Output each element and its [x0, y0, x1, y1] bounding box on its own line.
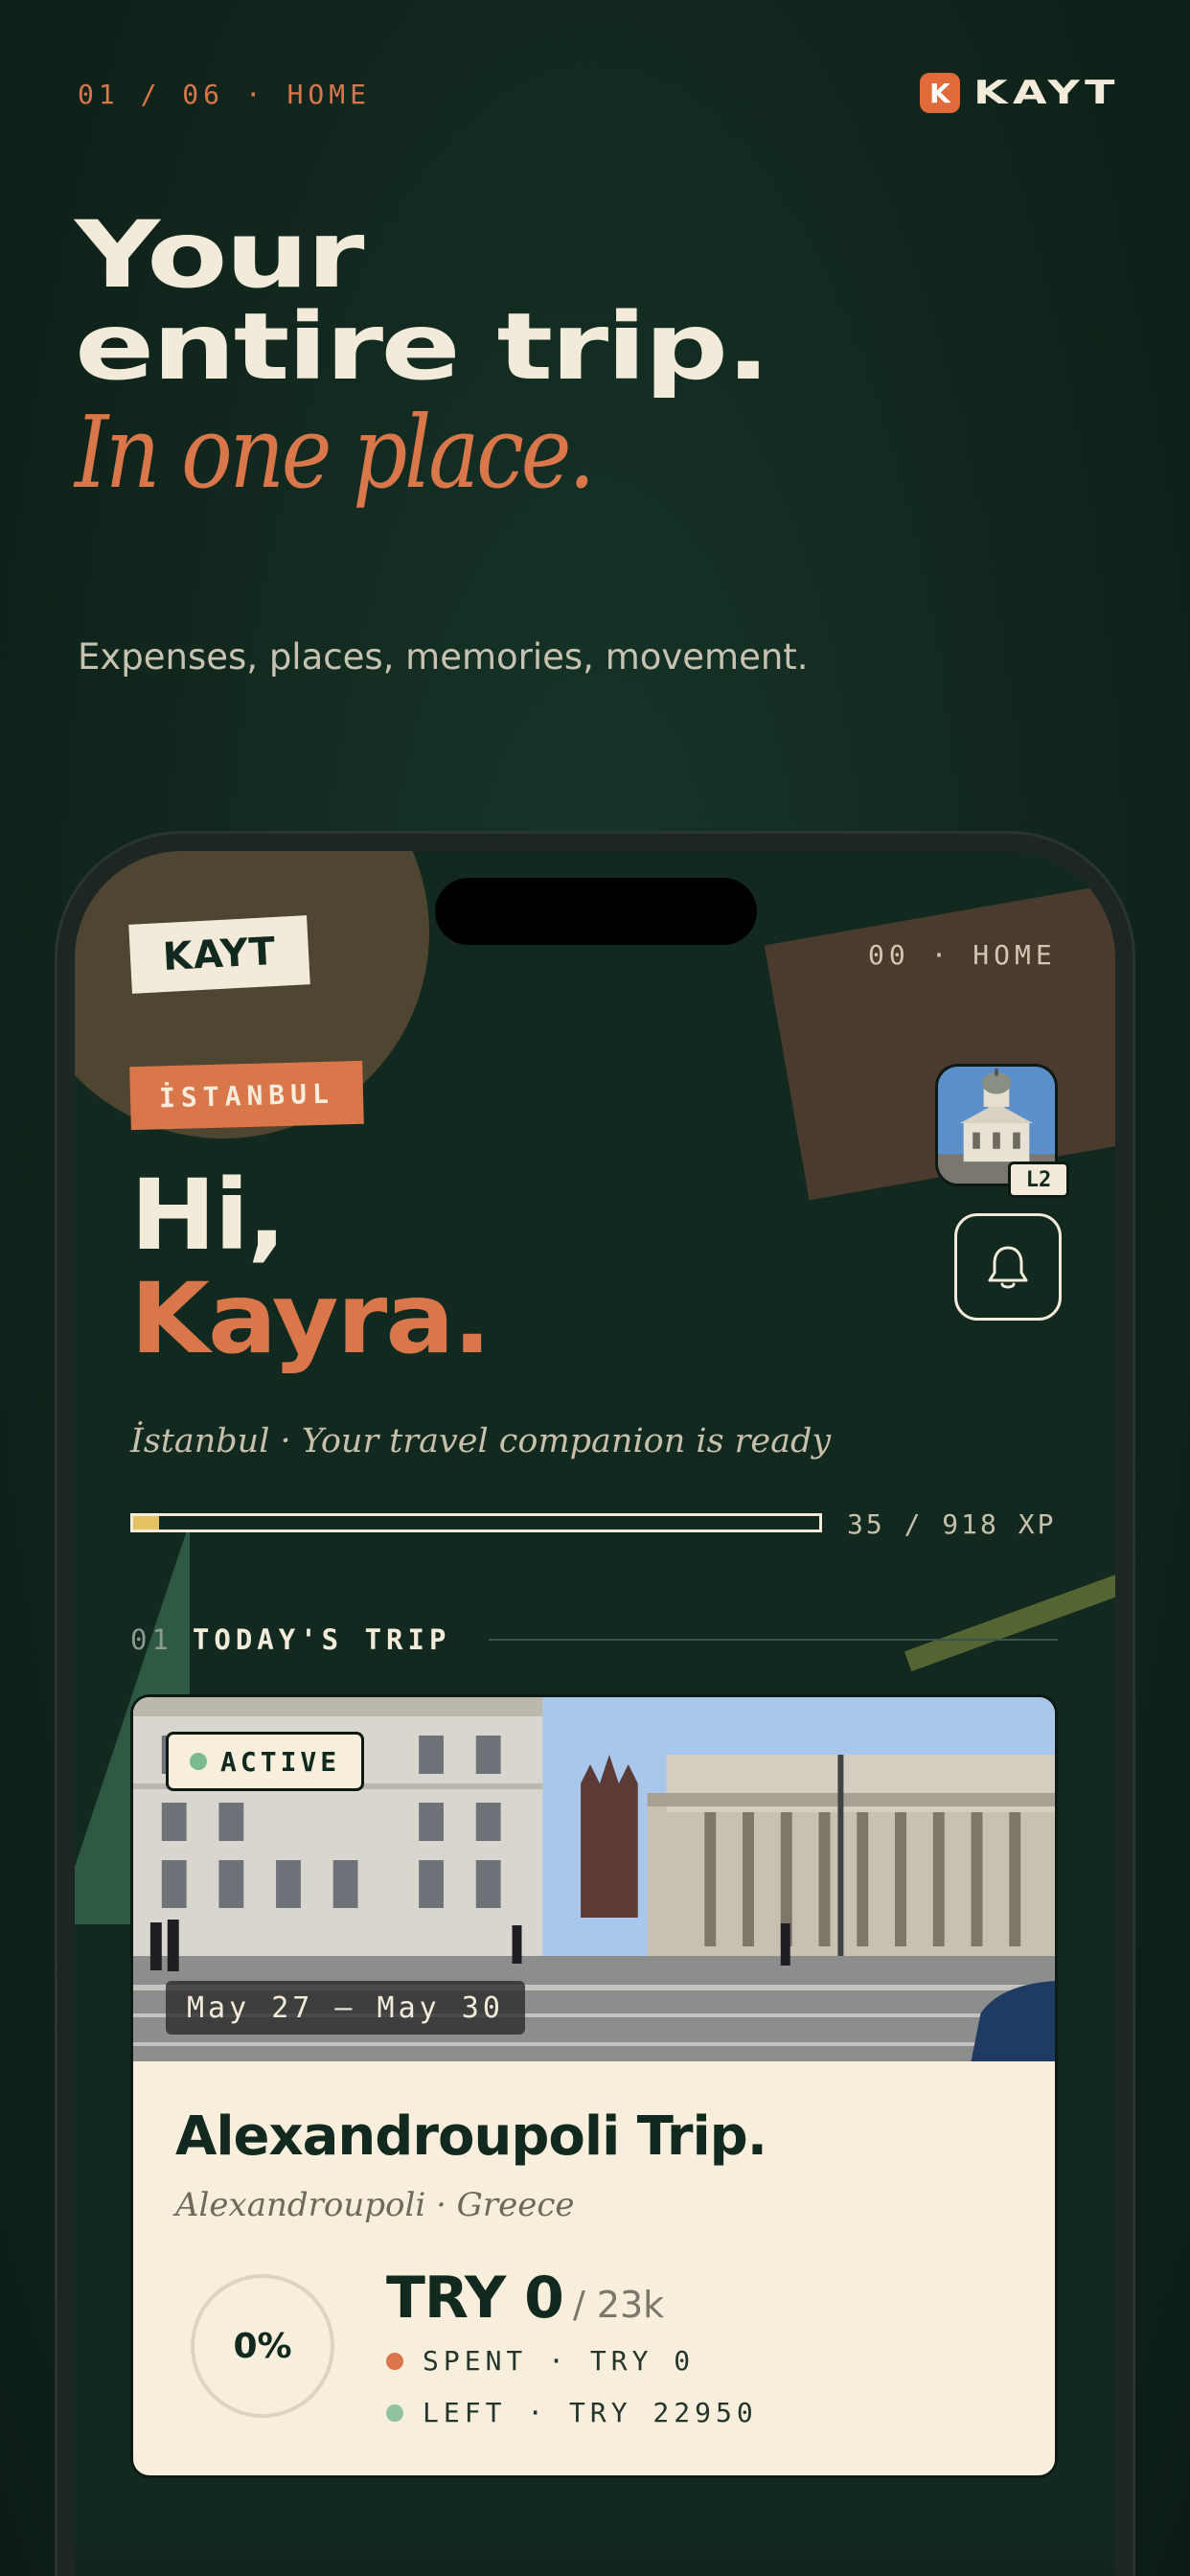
city-tag[interactable]: İSTANBUL	[129, 1060, 364, 1131]
spent-dot-icon	[386, 2352, 403, 2370]
bell-icon	[988, 1246, 1028, 1289]
left-dot-icon	[386, 2404, 403, 2422]
phone-frame: KAYT 00 · HOME İSTANBUL L2 Hi, Kayra. İs…	[57, 834, 1133, 2576]
greeting-subtitle: İstanbul · Your travel companion is read…	[130, 1422, 832, 1460]
trip-photo: ACTIVE May 27 — May 30	[133, 1697, 1055, 2061]
greeting-hi: Hi,	[130, 1159, 286, 1273]
brand-name: KAYT	[973, 74, 1120, 112]
status-badge: ACTIVE	[166, 1732, 365, 1791]
notifications-button[interactable]	[954, 1213, 1062, 1321]
hero-title-line-1: Your	[75, 201, 365, 309]
budget-spent-amount: TRY 0	[386, 2265, 564, 2332]
trip-location: Alexandroupoli · Greece	[175, 2186, 575, 2224]
trip-dates: May 27 — May 30	[166, 1981, 525, 2035]
section-divider	[489, 1639, 1058, 1641]
status-label: ACTIVE	[220, 1745, 341, 1778]
brand-logo[interactable]: K KAYT	[920, 73, 1114, 113]
budget-progress-ring: 0%	[191, 2274, 334, 2418]
hero-title-line-3: In one place.	[75, 394, 596, 511]
budget-total: / 23k	[572, 2284, 665, 2326]
dynamic-island	[435, 878, 757, 945]
brand-mark-icon: K	[920, 73, 960, 113]
xp-progress-bar	[130, 1513, 822, 1532]
hero-title-line-2: entire trip.	[75, 293, 770, 401]
trip-card[interactable]: ACTIVE May 27 — May 30 Alexandroupoli Tr…	[130, 1694, 1058, 2478]
left-label: LEFT · TRY 22950	[423, 2397, 758, 2428]
spent-label: SPENT · TRY 0	[423, 2345, 696, 2377]
active-dot-icon	[190, 1753, 207, 1770]
spent-stat: SPENT · TRY 0	[386, 2345, 695, 2377]
level-badge: L2	[1008, 1162, 1069, 1198]
phone-screen: KAYT 00 · HOME İSTANBUL L2 Hi, Kayra. İs…	[75, 851, 1115, 2576]
screen-bottom-fade	[75, 2540, 1115, 2576]
greeting-name: Kayra.	[130, 1262, 492, 1376]
tagline: Expenses, places, memories, movement.	[78, 636, 809, 678]
section-title: TODAY'S TRIP	[192, 1623, 451, 1656]
decor-stripe	[904, 1546, 1115, 1672]
screen-breadcrumb: 00 · HOME	[868, 939, 1057, 971]
xp-progress-fill	[133, 1516, 160, 1530]
page-breadcrumb: 01 / 06 · HOME	[78, 79, 372, 110]
app-logo[interactable]: KAYT	[128, 915, 310, 994]
xp-label: 35 / 918 XP	[847, 1508, 1057, 1540]
left-stat: LEFT · TRY 22950	[386, 2397, 758, 2428]
section-header: 01 TODAY'S TRIP	[130, 1623, 450, 1656]
section-number: 01	[130, 1623, 173, 1656]
budget-summary: TRY 0 / 23k	[386, 2265, 664, 2332]
trip-title: Alexandroupoli Trip.	[175, 2105, 767, 2168]
